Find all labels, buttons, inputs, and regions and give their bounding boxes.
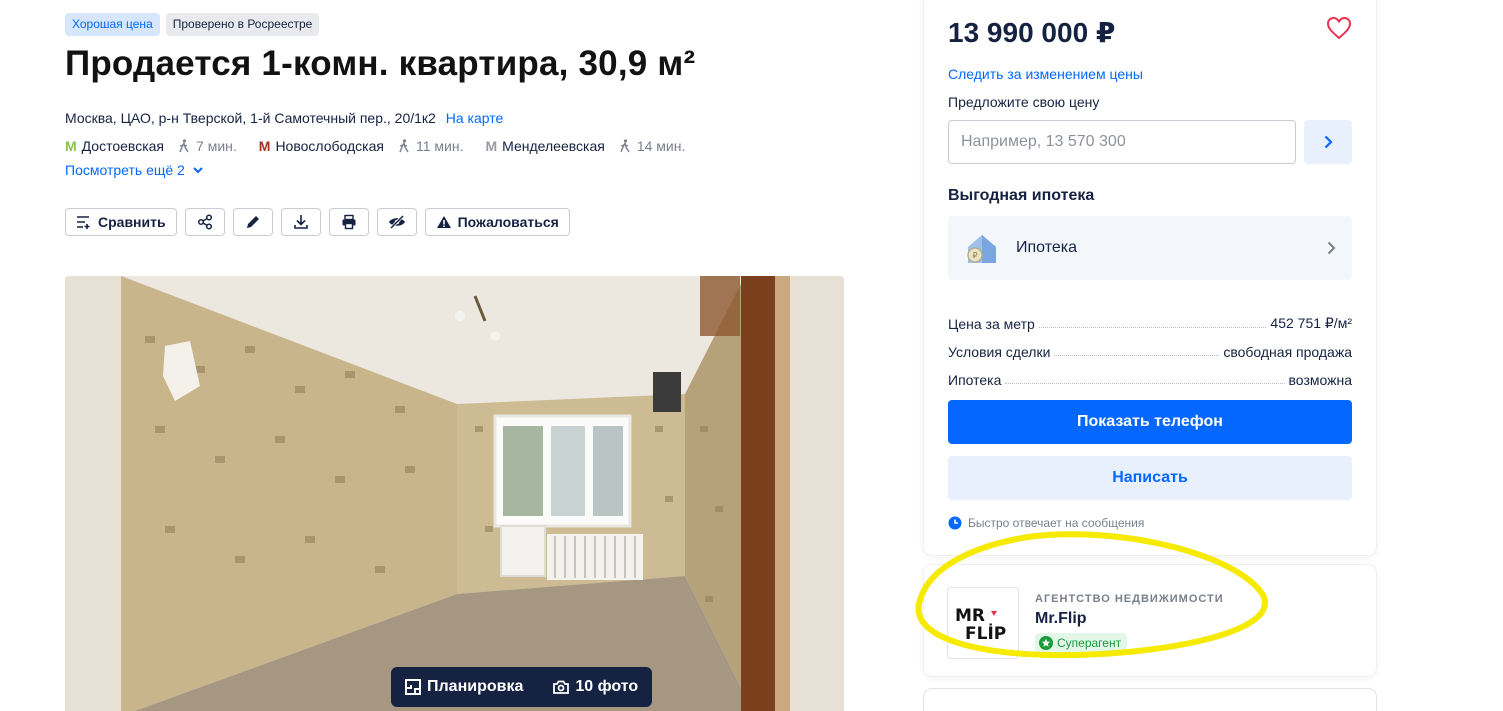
show-phone-button[interactable]: Показать телефон — [948, 400, 1352, 444]
download-icon — [293, 215, 308, 229]
offer-label: Предложите свою цену — [948, 94, 1100, 110]
chevron-right-icon — [1327, 241, 1336, 255]
offer-price-input[interactable] — [948, 120, 1296, 164]
walk-time: 7 мин. — [178, 138, 237, 154]
house-coin-icon: ₽ — [967, 235, 996, 263]
walking-icon — [620, 139, 630, 153]
fact-row: Цена за метр 452 751 ₽/м² — [948, 304, 1352, 332]
photo-controls: Планировка 10 фото — [391, 667, 653, 707]
agent-card[interactable]: MR FLİP АГЕНТСТВО НЕДВИЖИМОСТИ Mr.Flip С… — [924, 565, 1376, 676]
metro-icon: M — [258, 138, 271, 154]
print-icon — [342, 214, 356, 230]
reply-note: Быстро отвечает на сообщения — [948, 516, 1144, 530]
svg-text:MR: MR — [955, 606, 985, 626]
metro-station[interactable]: M Достоевская 7 мин. — [65, 138, 237, 154]
fact-value: возможна — [1288, 372, 1352, 388]
walking-icon — [399, 139, 409, 153]
map-link[interactable]: На карте — [446, 110, 504, 126]
metro-station[interactable]: M Новослободская 11 мин. — [259, 138, 464, 154]
metro-station[interactable]: M Менделеевская 14 мин. — [485, 138, 685, 154]
offer-submit-button[interactable] — [1304, 120, 1352, 164]
metro-icon: M — [485, 138, 498, 154]
address-text: Москва, ЦАО, р-н Тверской, 1-й Самотечны… — [65, 110, 436, 126]
hide-eye-icon — [388, 215, 405, 229]
walking-icon — [179, 139, 189, 153]
fact-label: Условия сделки — [948, 344, 1051, 360]
share-button[interactable] — [184, 208, 225, 236]
metro-list: M Достоевская 7 мин. M Новослободская 11… — [65, 138, 707, 154]
compare-button[interactable]: Сравнить — [65, 208, 177, 236]
address: Москва, ЦАО, р-н Тверской, 1-й Самотечны… — [65, 110, 503, 126]
agent-name[interactable]: Mr.Flip — [1035, 610, 1087, 628]
svg-text:FLİP: FLİP — [965, 622, 1006, 643]
mortgage-item[interactable]: ₽ Ипотека — [948, 216, 1352, 280]
next-card — [924, 689, 1376, 711]
agent-type: АГЕНТСТВО НЕДВИЖИМОСТИ — [1035, 593, 1224, 605]
metro-icon: M — [65, 138, 77, 154]
price: 13 990 000 ₽ — [948, 17, 1116, 48]
fact-row: Ипотека возможна — [948, 360, 1352, 388]
walk-time: 14 мин. — [619, 138, 685, 154]
star-badge-icon — [1039, 636, 1053, 650]
print-button[interactable] — [328, 208, 369, 236]
metro-name: Достоевская — [81, 138, 165, 154]
metro-name: Менделеевская — [502, 138, 605, 154]
mortgage-label: Ипотека — [1016, 239, 1078, 256]
metro-name: Новослободская — [275, 138, 384, 154]
chevron-right-icon — [1324, 135, 1333, 149]
photos-button[interactable]: 10 фото — [553, 678, 638, 696]
hide-button[interactable] — [376, 208, 417, 236]
fact-value: 452 751 ₽/м² — [1270, 315, 1352, 331]
badges: Хорошая цена Проверено в Росреестре — [65, 13, 320, 36]
share-icon — [197, 214, 212, 230]
heart-icon — [1326, 16, 1352, 40]
mortgage-title: Выгодная ипотека — [948, 187, 1095, 204]
camera-icon — [553, 680, 570, 694]
good-price-badge: Хорошая цена — [65, 13, 160, 36]
compare-icon — [77, 216, 90, 229]
complain-button[interactable]: Пожаловаться — [424, 208, 570, 236]
fact-value: свободная продажа — [1223, 344, 1352, 360]
toolbar: Сравнить Пожаловаться — [65, 208, 570, 236]
download-button[interactable] — [280, 208, 321, 236]
facts-list: Цена за метр 452 751 ₽/м² Условия сделки… — [948, 304, 1352, 388]
listing-page: Хорошая цена Проверено в Росреестре Прод… — [0, 0, 1503, 711]
fact-label: Ипотека — [948, 372, 1002, 388]
fact-row: Условия сделки свободная продажа — [948, 332, 1352, 360]
favorite-button[interactable] — [1326, 16, 1352, 45]
fact-label: Цена за метр — [948, 316, 1035, 332]
clock-icon — [948, 516, 962, 530]
agent-logo[interactable]: MR FLİP — [947, 587, 1019, 659]
room-photo — [65, 276, 844, 711]
superagent-badge: Суперагент — [1035, 633, 1128, 653]
walk-time: 11 мин. — [398, 138, 463, 154]
warning-icon — [436, 216, 451, 228]
main-photo[interactable]: Планировка 10 фото — [65, 276, 844, 711]
floor-plan-icon — [405, 679, 421, 695]
page-title: Продается 1-комн. квартира, 30,9 м² — [65, 44, 696, 83]
offer-card: 13 990 000 ₽ Следить за изменением цены … — [924, 0, 1376, 555]
pencil-icon — [246, 216, 259, 228]
floor-plan-button[interactable]: Планировка — [405, 678, 523, 696]
write-message-button[interactable]: Написать — [948, 456, 1352, 500]
follow-price-link[interactable]: Следить за изменением цены — [948, 66, 1143, 82]
svg-text:₽: ₽ — [972, 251, 977, 260]
chevron-down-icon — [193, 166, 203, 173]
rosreestr-badge: Проверено в Росреестре — [165, 13, 320, 36]
edit-button[interactable] — [232, 208, 273, 236]
mr-flip-logo: MR FLİP — [955, 606, 1006, 643]
show-more-metro-link[interactable]: Посмотреть ещё 2 — [65, 162, 203, 178]
